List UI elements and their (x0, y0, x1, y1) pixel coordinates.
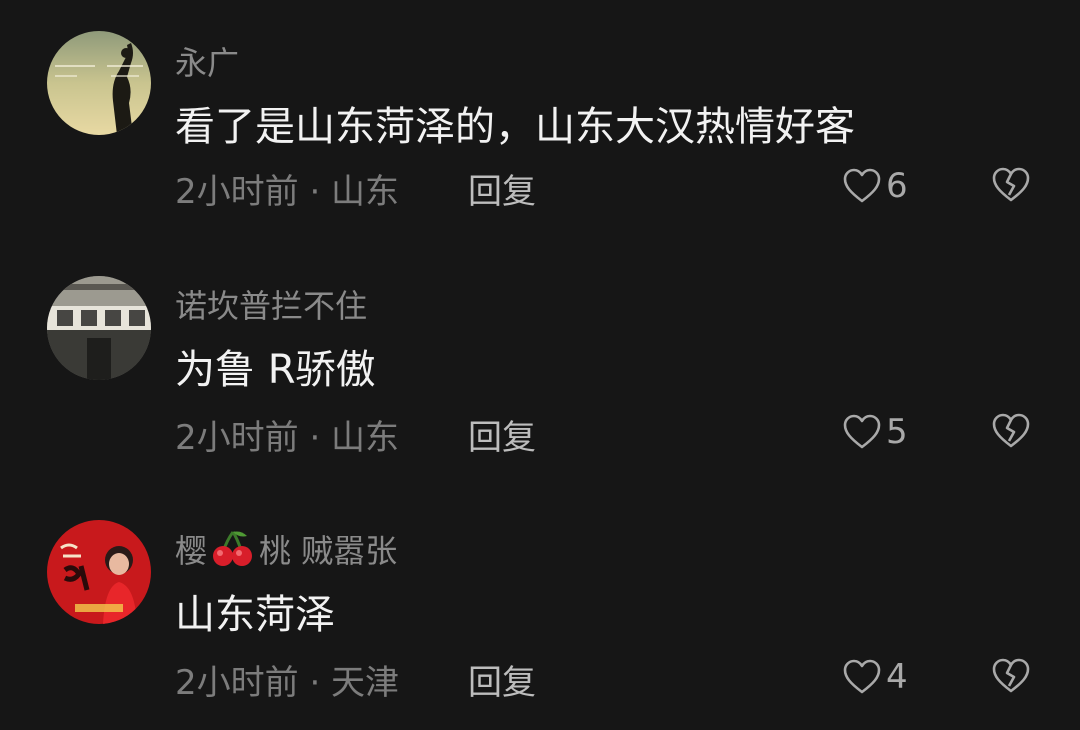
comment-time-location: 2小时前 · 山东 (175, 172, 400, 212)
avatar[interactable] (47, 520, 151, 624)
comment-list: 永广 看了是山东菏泽的，山东大汉热情好客 2小时前 · 山东 回复 6 诺坎普拦… (0, 0, 1080, 730)
reply-button[interactable]: 回复 (468, 655, 536, 704)
comment-text: 看了是山东菏泽的，山东大汉热情好客 (175, 104, 855, 150)
heart-icon (843, 659, 881, 694)
dislike-button[interactable] (990, 410, 1032, 454)
comment-time-location: 2小时前 · 天津 (175, 663, 400, 703)
like-count: 4 (886, 657, 908, 697)
comment-text: 为鲁 R骄傲 (175, 347, 376, 393)
username[interactable]: 诺坎普拦不住 (175, 281, 367, 327)
avatar[interactable] (47, 31, 151, 135)
username[interactable]: 樱 桃 贼嚣张 (175, 526, 397, 576)
street-storefront-icon (47, 276, 151, 380)
comment-item: 樱 桃 贼嚣张 山东菏泽 2小时前 · 天津 回复 4 (0, 490, 1080, 730)
dislike-button[interactable] (990, 655, 1032, 699)
broken-heart-icon (992, 413, 1030, 448)
reply-button[interactable]: 回复 (468, 164, 536, 213)
broken-heart-icon (992, 167, 1030, 202)
like-button[interactable]: 6 (842, 164, 908, 208)
heart-icon (843, 414, 881, 449)
avatar[interactable] (47, 276, 151, 380)
comment-item: 永广 看了是山东菏泽的，山东大汉热情好客 2小时前 · 山东 回复 6 (0, 0, 1080, 240)
like-count: 5 (886, 412, 908, 452)
reply-button[interactable]: 回复 (468, 410, 536, 459)
dislike-button[interactable] (990, 164, 1032, 208)
comment-time-location: 2小时前 · 山东 (175, 418, 400, 458)
username[interactable]: 永广 (175, 38, 239, 84)
comment-item: 诺坎普拦不住 为鲁 R骄傲 2小时前 · 山东 回复 5 (0, 245, 1080, 485)
sunset-silhouette-icon (47, 31, 151, 135)
broken-heart-icon (992, 658, 1030, 693)
username-part: 桃 贼嚣张 (259, 532, 398, 570)
username-part: 樱 (175, 532, 208, 570)
like-button[interactable]: 5 (842, 410, 908, 454)
comment-text: 山东菏泽 (175, 592, 335, 638)
like-button[interactable]: 4 (842, 655, 908, 699)
like-count: 6 (886, 166, 908, 206)
cherry-emoji-icon (211, 528, 255, 576)
red-portrait-icon (47, 520, 151, 624)
heart-icon (843, 168, 881, 203)
